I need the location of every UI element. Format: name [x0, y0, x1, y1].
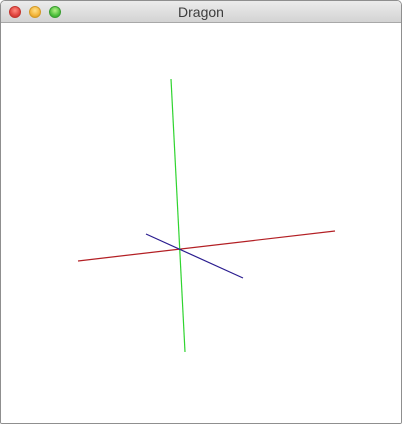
axes-view — [77, 78, 336, 353]
title-bar[interactable]: Dragon — [1, 1, 401, 23]
x-axis-line — [77, 230, 336, 262]
app-window: Dragon — [0, 0, 402, 424]
render-canvas[interactable] — [1, 23, 401, 423]
y-axis-line — [170, 78, 186, 353]
z-axis-line — [145, 233, 244, 279]
window-title: Dragon — [178, 4, 224, 20]
